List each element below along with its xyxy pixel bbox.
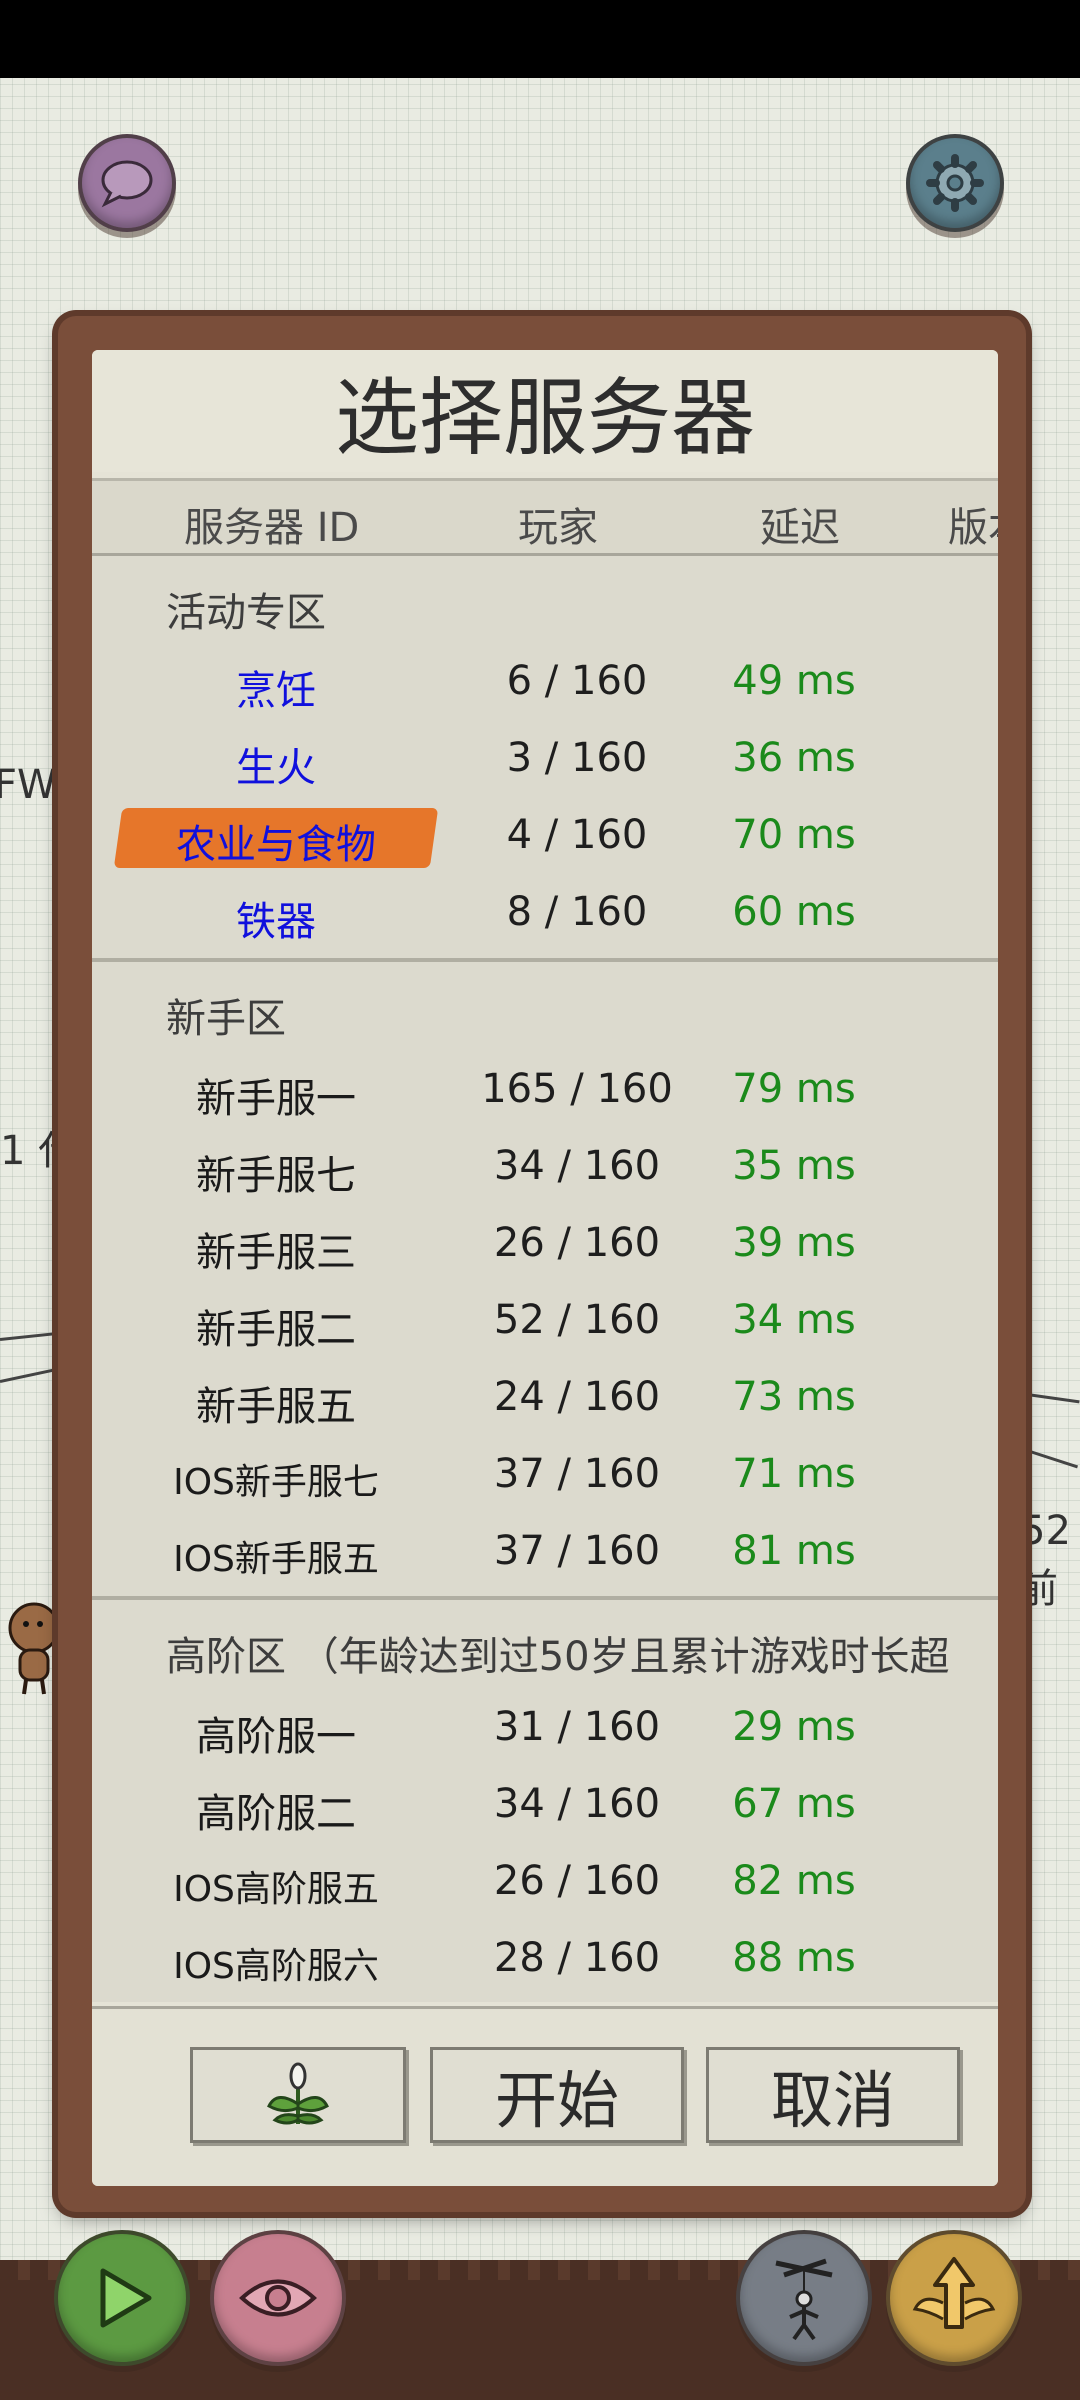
section-divider [92,958,998,962]
spectate-button[interactable] [210,2230,346,2366]
server-id: 农业与食物 [176,822,376,868]
server-row[interactable]: 新手服七 34 / 160 35 ms [92,1131,998,1207]
server-row-selected[interactable]: 农业与食物 4 / 160 70 ms [92,800,998,876]
dialog-footer: 开始 取消 [92,2006,998,2186]
server-latency: 79 ms [732,1066,856,1112]
table-header: 服务器 ID 玩家 延迟 版本 [92,478,998,556]
play-icon [100,2268,152,2328]
server-row[interactable]: 新手服二 52 / 160 34 ms [92,1285,998,1361]
server-players: 26 / 160 [493,1858,661,1904]
server-row[interactable]: IOS高阶服五 26 / 160 82 ms [92,1846,998,1922]
server-latency: 49 ms [732,658,856,704]
server-players: 52 / 160 [493,1297,661,1343]
server-players: 6 / 160 [506,658,648,704]
server-id: 高阶服二 [196,1791,356,1837]
server-select-dialog: 选择服务器 服务器 ID 玩家 延迟 版本 活动专区 烹饪 6 / 160 49… [92,350,998,2186]
server-row[interactable]: 生火 3 / 160 36 ms [92,723,998,799]
server-latency: 60 ms [732,889,856,935]
server-latency: 35 ms [732,1143,856,1189]
column-header-latency: 延迟 [760,505,840,551]
server-players: 8 / 160 [506,889,648,935]
section-divider [92,1596,998,1600]
server-latency: 36 ms [732,735,856,781]
server-players: 24 / 160 [493,1374,661,1420]
server-players: 4 / 160 [506,812,648,858]
gear-icon [926,154,984,212]
server-latency: 67 ms [732,1781,856,1827]
server-row[interactable]: IOS高阶服六 28 / 160 88 ms [92,1923,998,1999]
server-id: IOS新手服五 [173,1539,379,1580]
dialog-title: 选择服务器 [92,350,998,472]
server-players: 31 / 160 [493,1704,661,1750]
server-id: IOS高阶服五 [173,1869,379,1910]
server-latency: 71 ms [732,1451,856,1497]
server-list[interactable]: 活动专区 烹饪 6 / 160 49 ms 生火 3 / 160 36 ms 农… [92,556,998,2002]
play-button[interactable] [54,2230,190,2366]
server-row[interactable]: 高阶服二 34 / 160 67 ms [92,1769,998,1845]
column-header-id: 服务器 ID [184,505,360,551]
server-id: 新手服二 [196,1307,356,1353]
eye-icon [239,2279,317,2317]
server-row[interactable]: 新手服五 24 / 160 73 ms [92,1362,998,1438]
server-row[interactable]: 铁器 8 / 160 60 ms [92,877,998,953]
status-bar [0,0,1080,78]
server-id: 烹饪 [236,668,316,714]
server-id: 铁器 [236,899,316,945]
ascend-button[interactable] [886,2230,1022,2366]
section-header-newbie: 新手区 [166,996,286,1042]
sprout-button[interactable] [190,2047,406,2143]
puppet-icon [775,2258,833,2341]
winged-arrow-icon [912,2257,996,2329]
server-latency: 73 ms [732,1374,856,1420]
server-players: 3 / 160 [506,735,648,781]
server-latency: 88 ms [732,1935,856,1981]
sprout-icon [267,2062,329,2125]
server-row[interactable]: 高阶服一 31 / 160 29 ms [92,1692,998,1768]
server-id: 生火 [236,745,316,791]
section-header-advanced: 高阶区 （年龄达到过50岁且累计游戏时长超 [166,1634,950,1680]
server-players: 37 / 160 [493,1528,661,1574]
server-players: 165 / 160 [481,1066,673,1112]
background-text-52: 52 [1020,1508,1071,1554]
server-id: IOS新手服七 [173,1462,379,1503]
server-latency: 34 ms [732,1297,856,1343]
server-latency: 70 ms [732,812,856,858]
server-players: 28 / 160 [493,1935,661,1981]
server-latency: 82 ms [732,1858,856,1904]
character-icon [8,1602,60,1695]
background-line [1019,1392,1080,1404]
server-latency: 81 ms [732,1528,856,1574]
background-line [1029,1450,1079,1469]
server-players: 37 / 160 [493,1451,661,1497]
column-header-players: 玩家 [518,505,598,551]
column-header-version: 版本 [948,505,998,551]
server-id: 新手服三 [196,1230,356,1276]
server-id: 新手服七 [196,1153,356,1199]
chat-bubble-icon [101,160,153,208]
server-latency: 39 ms [732,1220,856,1266]
start-button[interactable]: 开始 [430,2047,684,2143]
server-id: 新手服一 [196,1076,356,1122]
server-row[interactable]: 烹饪 6 / 160 49 ms [92,646,998,722]
chat-button[interactable] [78,134,176,232]
settings-button[interactable] [906,134,1004,232]
server-players: 34 / 160 [493,1781,661,1827]
cancel-button[interactable]: 取消 [706,2047,960,2143]
server-row[interactable]: 新手服一 165 / 160 79 ms [92,1054,998,1130]
server-id: IOS高阶服六 [173,1946,379,1987]
server-id: 新手服五 [196,1384,356,1430]
server-row[interactable]: 新手服三 26 / 160 39 ms [92,1208,998,1284]
server-latency: 29 ms [732,1704,856,1750]
server-players: 26 / 160 [493,1220,661,1266]
puppet-button[interactable] [736,2230,872,2366]
section-header-event: 活动专区 [166,590,326,636]
server-id: 高阶服一 [196,1714,356,1760]
server-row[interactable]: IOS新手服七 37 / 160 71 ms [92,1439,998,1515]
server-row[interactable]: IOS新手服五 37 / 160 81 ms [92,1516,998,1592]
server-players: 34 / 160 [493,1143,661,1189]
